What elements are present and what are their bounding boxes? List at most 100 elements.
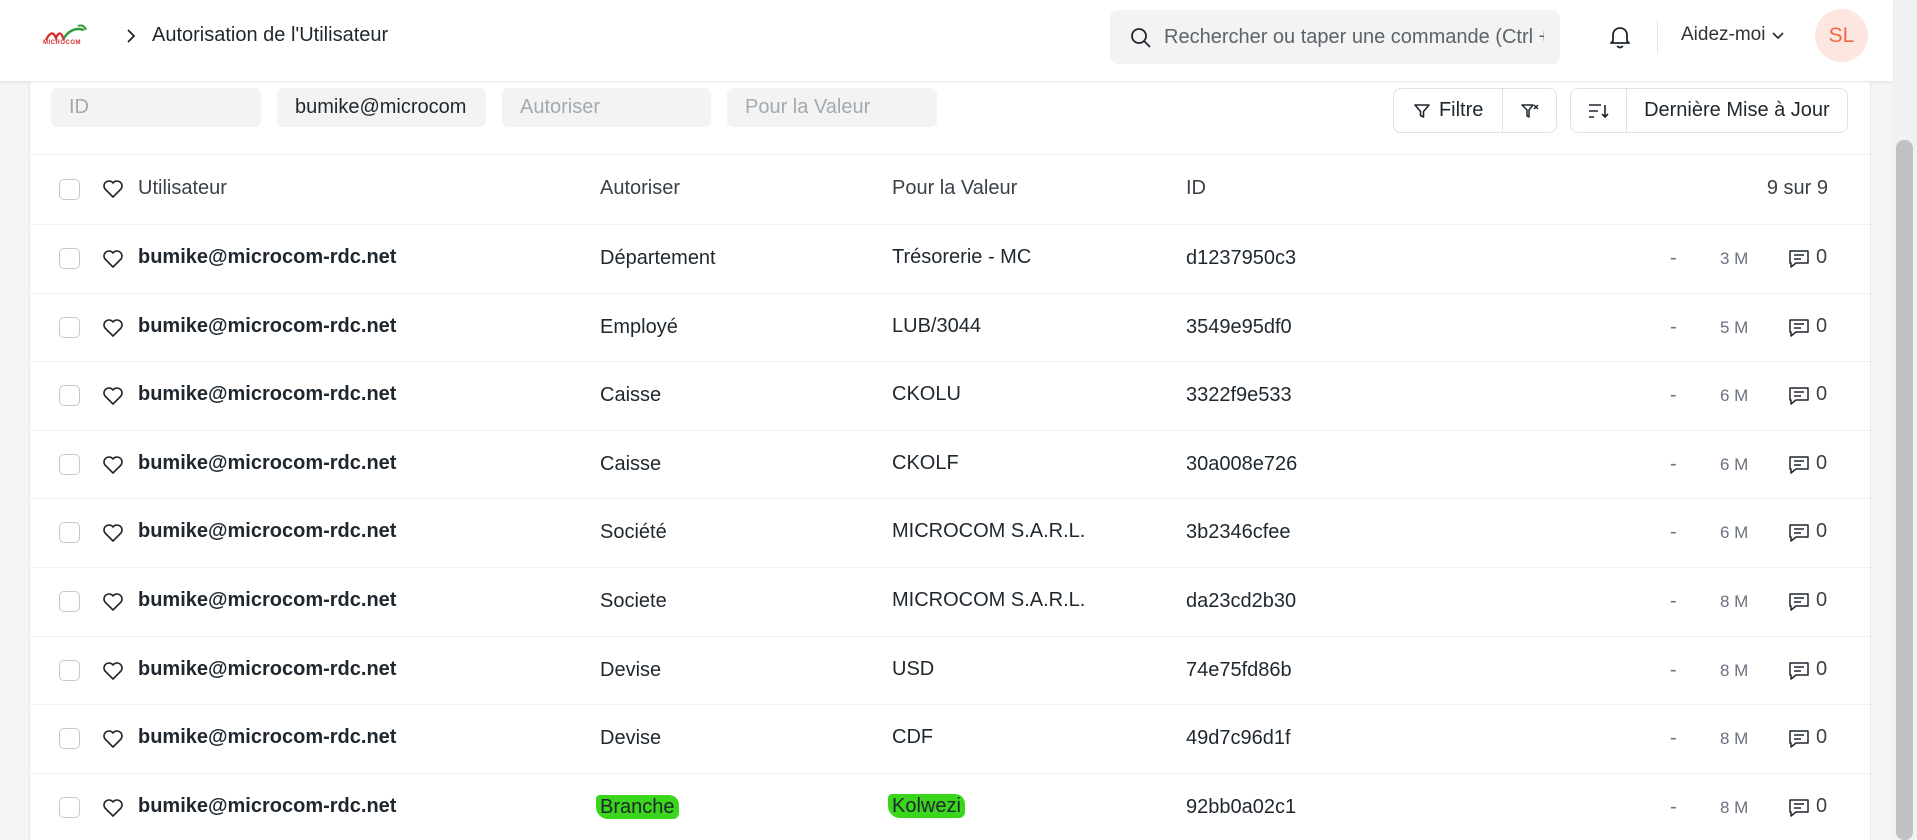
allow-value: Branche <box>596 794 679 819</box>
filter-allow-input[interactable] <box>502 88 711 127</box>
table-row[interactable]: bumike@microcom-rdc.net Devise CDF 49d7c… <box>30 704 1870 772</box>
help-dropdown[interactable]: Aidez-moi <box>1681 24 1785 46</box>
status-dash: - <box>1670 452 1677 475</box>
comment-count: 0 <box>1816 520 1828 543</box>
heart-icon[interactable] <box>102 455 124 475</box>
column-header-for-value[interactable]: Pour la Valeur <box>892 177 1017 200</box>
allow-cell: Devise <box>600 659 661 682</box>
row-checkbox[interactable] <box>59 522 80 544</box>
clear-filter-button[interactable] <box>1502 89 1556 132</box>
filter-for-value-input[interactable] <box>727 88 937 127</box>
scrollbar-thumb[interactable] <box>1896 140 1913 840</box>
id-cell: 49d7c96d1f <box>1186 727 1291 750</box>
heart-icon[interactable] <box>102 523 124 543</box>
id-cell: 92bb0a02c1 <box>1186 795 1297 818</box>
microcom-logo[interactable] <box>40 22 94 52</box>
table-row[interactable]: bumike@microcom-rdc.net Branche Kolwezi … <box>30 772 1870 840</box>
modified-ago: 6 M <box>1720 523 1749 543</box>
for-value-value: CDF <box>892 726 934 749</box>
row-checkbox[interactable] <box>59 248 80 269</box>
comment-icon[interactable] <box>1788 523 1810 543</box>
column-header-id[interactable]: ID <box>1186 177 1206 200</box>
user-cell[interactable]: bumike@microcom-rdc.net <box>138 658 396 681</box>
heart-icon[interactable] <box>102 179 124 199</box>
for-value-cell: CKOLU <box>892 383 961 406</box>
modified-ago: 8 M <box>1720 592 1749 611</box>
user-cell[interactable]: bumike@microcom-rdc.net <box>138 795 396 818</box>
comment-icon[interactable] <box>1788 455 1810 475</box>
table-row[interactable]: bumike@microcom-rdc.net Département Trés… <box>30 224 1870 292</box>
comment-icon[interactable] <box>1788 249 1810 269</box>
avatar[interactable]: SL <box>1815 9 1868 62</box>
comment-icon[interactable] <box>1788 318 1810 338</box>
user-cell[interactable]: bumike@microcom-rdc.net <box>138 315 396 338</box>
search-bar[interactable] <box>1110 10 1560 64</box>
heart-icon[interactable] <box>102 249 124 269</box>
comment-icon[interactable] <box>1788 386 1810 406</box>
comment-count: 0 <box>1816 726 1828 749</box>
bell-icon[interactable] <box>1606 22 1634 50</box>
comment-icon[interactable] <box>1788 661 1810 681</box>
comment-icon[interactable] <box>1788 592 1810 612</box>
row-checkbox[interactable] <box>59 796 80 818</box>
record-count: 9 sur 9 <box>1766 177 1828 199</box>
heart-icon[interactable] <box>102 318 124 338</box>
table-row[interactable]: bumike@microcom-rdc.net Caisse CKOLF 30a… <box>30 429 1870 498</box>
for-value-value: MICROCOM S.A.R.L. <box>892 589 1086 611</box>
comment-count: 0 <box>1816 589 1828 611</box>
allow-cell: Caisse <box>600 453 661 476</box>
status-dash: - <box>1670 315 1677 338</box>
user-cell[interactable]: bumike@microcom-rdc.net <box>138 246 396 269</box>
heart-icon[interactable] <box>102 798 124 818</box>
modified-ago: 8 M <box>1720 660 1749 680</box>
status-dash: - <box>1670 795 1677 818</box>
row-checkbox[interactable] <box>59 385 80 407</box>
allow-value: Societe <box>600 590 667 612</box>
heart-icon[interactable] <box>102 592 124 612</box>
user-cell[interactable]: bumike@microcom-rdc.net <box>138 383 396 406</box>
column-header-user[interactable]: Utilisateur <box>138 177 227 200</box>
sort-direction-button[interactable] <box>1571 89 1626 132</box>
breadcrumb-title[interactable]: Autorisation de l'Utilisateur <box>152 24 388 47</box>
user-cell[interactable]: bumike@microcom-rdc.net <box>138 520 396 543</box>
user-cell[interactable]: bumike@microcom-rdc.net <box>138 589 396 612</box>
for-value-cell: CKOLF <box>892 452 959 475</box>
allow-value: Employé <box>600 315 678 338</box>
user-cell[interactable]: bumike@microcom-rdc.net <box>138 726 396 749</box>
comment-icon[interactable] <box>1788 729 1810 749</box>
table-row[interactable]: bumike@microcom-rdc.net Devise USD 74e75… <box>30 635 1870 704</box>
row-checkbox[interactable] <box>59 728 80 750</box>
row-checkbox[interactable] <box>59 453 80 475</box>
table-row[interactable]: bumike@microcom-rdc.net Caisse CKOLU 332… <box>30 361 1870 429</box>
heart-icon[interactable] <box>102 661 124 681</box>
filter-label: Filtre <box>1438 99 1484 121</box>
allow-cell: Societe <box>600 590 667 613</box>
select-all-checkbox[interactable] <box>59 179 80 200</box>
filter-separator <box>30 154 1870 155</box>
row-checkbox[interactable] <box>59 659 80 681</box>
comment-count: 0 <box>1816 314 1828 337</box>
help-label: Aidez-moi <box>1681 24 1766 45</box>
table-row[interactable]: bumike@microcom-rdc.net Société MICROCOM… <box>30 498 1870 566</box>
modified-ago: 8 M <box>1720 729 1749 749</box>
heart-icon[interactable] <box>102 729 124 749</box>
user-cell[interactable]: bumike@microcom-rdc.net <box>138 452 396 475</box>
table-row[interactable]: bumike@microcom-rdc.net Societe MICROCOM… <box>30 567 1870 635</box>
column-header-allow[interactable]: Autoriser <box>600 177 680 200</box>
sort-field-button[interactable]: Dernière Mise à Jour <box>1625 89 1847 132</box>
row-checkbox[interactable] <box>59 591 80 612</box>
row-checkbox[interactable] <box>59 316 80 338</box>
search-input[interactable] <box>1164 10 1544 64</box>
sort-button-group: Dernière Mise à Jour <box>1570 88 1848 133</box>
heart-icon[interactable] <box>102 386 124 406</box>
for-value-value: Trésorerie - MC <box>892 246 1032 268</box>
allow-cell: Employé <box>600 316 678 339</box>
filter-id-input[interactable] <box>51 88 261 127</box>
status-dash: - <box>1670 727 1677 750</box>
page-scrollbar[interactable] <box>1893 0 1917 840</box>
table-row[interactable]: bumike@microcom-rdc.net Employé LUB/3044… <box>30 292 1870 361</box>
comment-count: 0 <box>1816 451 1828 474</box>
comment-icon[interactable] <box>1788 798 1810 818</box>
filter-user-input[interactable] <box>277 88 486 127</box>
filter-button[interactable]: Filtre <box>1394 89 1502 132</box>
